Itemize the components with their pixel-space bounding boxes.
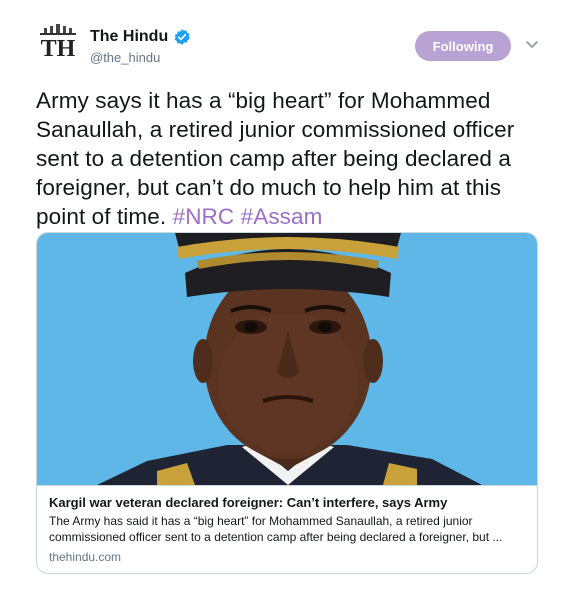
- card-title[interactable]: Kargil war veteran declared foreigner: C…: [49, 494, 527, 511]
- avatar-logo-text: TH: [40, 36, 76, 62]
- card-image[interactable]: [37, 233, 538, 485]
- verified-badge-icon: [174, 29, 190, 45]
- hashtag-nrc[interactable]: #NRC: [173, 204, 235, 229]
- tweet-text: Army says it has a “big heart” for Moham…: [36, 86, 546, 231]
- link-card[interactable]: Kargil war veteran declared foreigner: C…: [36, 232, 538, 574]
- card-body[interactable]: Kargil war veteran declared foreigner: C…: [37, 485, 537, 573]
- tweet-header: TH The Hindu @the_hindu Following: [0, 0, 574, 80]
- chevron-down-icon[interactable]: [525, 40, 539, 50]
- hashtag-assam[interactable]: #Assam: [241, 204, 323, 229]
- avatar[interactable]: TH: [36, 24, 80, 68]
- card-description: The Army has said it has a “big heart” f…: [49, 514, 503, 544]
- display-name[interactable]: The Hindu: [90, 28, 168, 46]
- following-button[interactable]: Following: [415, 31, 511, 61]
- account-info[interactable]: The Hindu @the_hindu: [90, 28, 191, 65]
- card-domain: thehindu.com: [49, 550, 122, 564]
- account-handle[interactable]: @the_hindu: [90, 50, 191, 65]
